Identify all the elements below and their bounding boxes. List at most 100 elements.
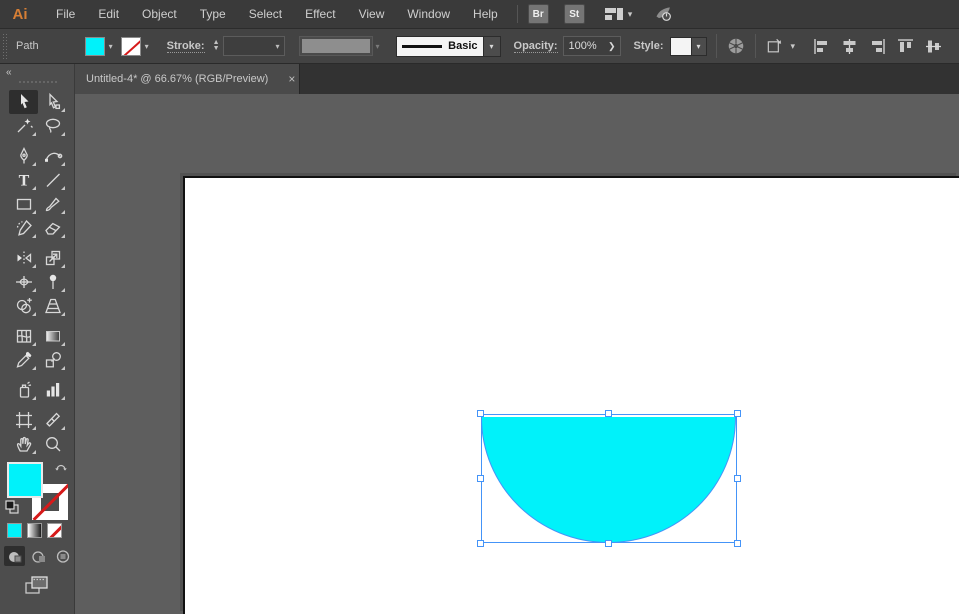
collapse-panel-icon[interactable]: « bbox=[6, 67, 11, 78]
curvature-tool[interactable] bbox=[38, 144, 67, 168]
vertical-align-top-button[interactable] bbox=[893, 34, 917, 58]
scale-tool[interactable] bbox=[38, 246, 67, 270]
canvas-pasteboard[interactable] bbox=[75, 94, 959, 614]
brush-definition-dropdown-button[interactable]: ▾ bbox=[483, 35, 501, 57]
stroke-none-swatch[interactable] bbox=[120, 36, 141, 56]
brush-definition-combo[interactable]: Basic bbox=[395, 35, 484, 57]
swap-fill-stroke-icon[interactable] bbox=[53, 460, 69, 479]
bridge-button[interactable]: Br bbox=[527, 4, 549, 24]
column-graph-tool[interactable] bbox=[38, 378, 67, 402]
stroke-weight-combo[interactable]: ▾ bbox=[222, 36, 285, 56]
gradient-tool[interactable] bbox=[38, 324, 67, 348]
drawing-modes bbox=[4, 546, 76, 566]
horizontal-align-center-button[interactable] bbox=[837, 34, 861, 58]
quick-swatches bbox=[7, 523, 67, 538]
vertical-align-center-button[interactable] bbox=[921, 34, 945, 58]
menu-file[interactable]: File bbox=[46, 1, 85, 27]
horizontal-align-left-button[interactable] bbox=[809, 34, 833, 58]
app-logo-icon[interactable]: Ai bbox=[8, 3, 32, 25]
menu-edit[interactable]: Edit bbox=[88, 1, 129, 27]
type-tool[interactable]: T bbox=[9, 168, 38, 192]
tools-panel: « T bbox=[0, 64, 75, 614]
recolor-artwork-icon[interactable] bbox=[726, 36, 746, 56]
fill-color-control[interactable]: ▾ bbox=[84, 36, 117, 56]
puppet-warp-tool[interactable] bbox=[38, 270, 67, 294]
rectangle-tool[interactable] bbox=[9, 192, 38, 216]
eraser-tool[interactable] bbox=[38, 216, 67, 240]
menu-window[interactable]: Window bbox=[397, 1, 460, 27]
tools-panel-grip[interactable] bbox=[18, 80, 58, 85]
horizontal-align-right-button[interactable] bbox=[865, 34, 889, 58]
graphic-style-dropdown-button[interactable]: ▾ bbox=[691, 36, 707, 56]
width-profile-combo[interactable] bbox=[298, 36, 373, 56]
chevron-right-icon[interactable]: ❯ bbox=[608, 41, 620, 52]
selection-handle-middle-left[interactable] bbox=[477, 475, 484, 482]
draw-behind-mode-button[interactable] bbox=[28, 546, 49, 566]
transform-options-icon[interactable] bbox=[765, 36, 785, 56]
stock-button[interactable]: St bbox=[563, 4, 585, 24]
paintbrush-tool[interactable] bbox=[38, 192, 67, 216]
menu-effect[interactable]: Effect bbox=[295, 1, 345, 27]
document-tab[interactable]: Untitled-4* @ 66.67% (RGB/Preview) × bbox=[75, 64, 300, 94]
illustrator-window: Ai File Edit Object Type Select Effect View Win… bbox=[0, 0, 959, 614]
chevron-down-icon[interactable]: ▾ bbox=[791, 41, 796, 52]
perspective-grid-tool[interactable] bbox=[38, 294, 67, 318]
selection-handle-bottom-right[interactable] bbox=[734, 540, 741, 547]
reflect-tool[interactable] bbox=[9, 246, 38, 270]
workspace-switcher[interactable]: ▾ bbox=[604, 4, 632, 24]
selection-handle-middle-right[interactable] bbox=[734, 475, 741, 482]
width-tool[interactable] bbox=[9, 270, 38, 294]
magic-wand-tool[interactable] bbox=[9, 114, 38, 138]
selection-handle-bottom-left[interactable] bbox=[477, 540, 484, 547]
selection-handle-top-right[interactable] bbox=[734, 410, 741, 417]
draw-normal-mode-button[interactable] bbox=[4, 546, 25, 566]
brush-stroke-preview bbox=[401, 44, 443, 48]
gradient-swatch-button[interactable] bbox=[27, 523, 42, 538]
menu-type[interactable]: Type bbox=[190, 1, 236, 27]
graphic-style-swatch[interactable] bbox=[669, 36, 692, 56]
selection-handle-top-center[interactable] bbox=[605, 410, 612, 417]
gpu-performance-icon[interactable] bbox=[654, 4, 674, 24]
zoom-tool[interactable] bbox=[38, 432, 67, 456]
artboard[interactable] bbox=[183, 176, 959, 614]
menu-help[interactable]: Help bbox=[463, 1, 508, 27]
symbol-sprayer-tool[interactable] bbox=[9, 378, 38, 402]
stroke-label[interactable]: Stroke: bbox=[166, 40, 205, 53]
fill-color-swatch[interactable] bbox=[84, 36, 105, 56]
workspace-switcher-icon bbox=[604, 4, 624, 24]
artboard-tool[interactable] bbox=[9, 408, 38, 432]
eyedropper-tool[interactable] bbox=[9, 348, 38, 372]
lasso-tool[interactable] bbox=[38, 114, 67, 138]
mesh-tool[interactable] bbox=[9, 324, 38, 348]
selection-handle-top-left[interactable] bbox=[477, 410, 484, 417]
style-label[interactable]: Style: bbox=[634, 40, 664, 52]
blend-tool[interactable] bbox=[38, 348, 67, 372]
menu-view[interactable]: View bbox=[349, 1, 395, 27]
menu-object[interactable]: Object bbox=[132, 1, 187, 27]
shaper-tool[interactable] bbox=[9, 216, 38, 240]
hand-tool[interactable] bbox=[9, 432, 38, 456]
opacity-label[interactable]: Opacity: bbox=[513, 40, 558, 53]
chevron-down-icon[interactable]: ▾ bbox=[105, 42, 117, 51]
opacity-field[interactable]: 100% ❯ bbox=[562, 36, 621, 56]
none-swatch-button[interactable] bbox=[47, 523, 62, 538]
close-tab-icon[interactable]: × bbox=[282, 72, 301, 86]
chevron-down-icon[interactable]: ▾ bbox=[141, 42, 153, 51]
menu-select[interactable]: Select bbox=[239, 1, 292, 27]
opacity-value[interactable]: 100% bbox=[564, 40, 608, 52]
selection-handle-bottom-center[interactable] bbox=[605, 540, 612, 547]
direct-selection-tool[interactable] bbox=[38, 90, 67, 114]
stroke-weight-stepper[interactable]: ▲ ▼ bbox=[213, 39, 220, 52]
pen-tool[interactable] bbox=[9, 144, 38, 168]
slice-tool[interactable] bbox=[38, 408, 67, 432]
control-bar-grip[interactable] bbox=[2, 32, 9, 60]
draw-inside-mode-button[interactable] bbox=[52, 546, 73, 566]
shape-builder-tool[interactable] bbox=[9, 294, 38, 318]
selection-tool[interactable] bbox=[9, 90, 38, 114]
change-screen-mode-icon[interactable] bbox=[24, 574, 50, 601]
fill-indicator[interactable] bbox=[7, 462, 43, 498]
default-fill-stroke-icon[interactable] bbox=[5, 500, 19, 519]
line-segment-tool[interactable] bbox=[38, 168, 67, 192]
stroke-color-control[interactable]: ▾ bbox=[120, 36, 153, 56]
color-swatch-button[interactable] bbox=[7, 523, 22, 538]
